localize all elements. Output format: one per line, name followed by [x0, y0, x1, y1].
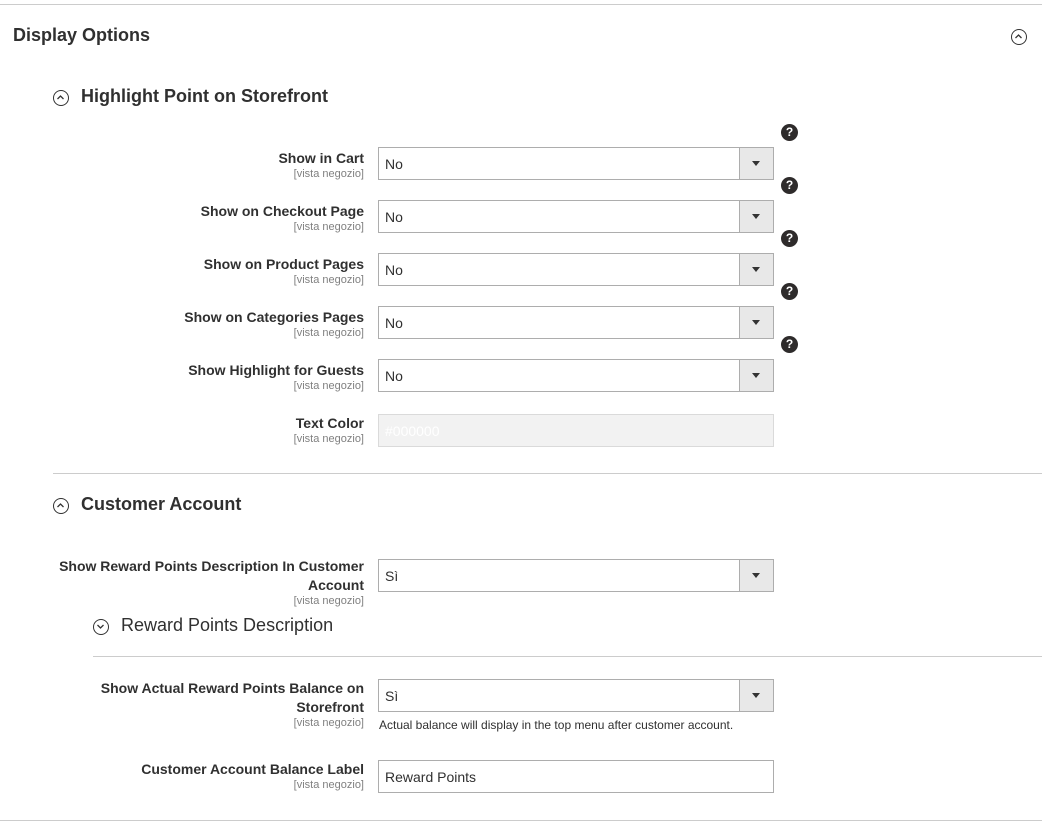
dropdown-arrow-icon[interactable]: [739, 307, 773, 338]
scope-label: [vista negozio]: [293, 221, 364, 233]
top-divider: [0, 4, 1042, 5]
collapse-customer-account-icon[interactable]: [53, 498, 69, 514]
text-color-label: Text Color: [295, 415, 364, 431]
scope-label: [vista negozio]: [293, 717, 364, 729]
scope-label: [vista negozio]: [293, 274, 364, 286]
select-value: Sì: [385, 688, 399, 704]
show-on-categories-select[interactable]: No: [378, 306, 774, 339]
section-title[interactable]: Display Options: [13, 25, 150, 46]
bottom-divider: [0, 820, 1042, 821]
help-icon[interactable]: ?: [781, 177, 798, 194]
show-on-checkout-label: Show on Checkout Page: [200, 203, 364, 219]
show-on-checkout-select[interactable]: No: [378, 200, 774, 233]
collapse-highlight-icon[interactable]: [53, 90, 69, 106]
select-value: No: [385, 262, 403, 278]
scope-label: [vista negozio]: [293, 779, 364, 791]
balance-label-label: Customer Account Balance Label: [141, 761, 364, 777]
select-value: Sì: [385, 568, 399, 584]
subgroup-divider: [93, 656, 1042, 657]
help-icon[interactable]: ?: [781, 124, 798, 141]
scope-label: [vista negozio]: [293, 168, 364, 180]
select-value: No: [385, 368, 403, 384]
select-value: No: [385, 315, 403, 331]
dropdown-arrow-icon[interactable]: [739, 254, 773, 285]
show-description-select[interactable]: Sì: [378, 559, 774, 592]
group-divider: [53, 473, 1042, 474]
select-value: No: [385, 209, 403, 225]
collapse-section-icon[interactable]: [1011, 29, 1027, 45]
dropdown-arrow-icon[interactable]: [739, 680, 773, 711]
highlight-group-title[interactable]: Highlight Point on Storefront: [81, 86, 328, 107]
show-on-categories-label: Show on Categories Pages: [184, 309, 364, 325]
scope-label: [vista negozio]: [293, 433, 364, 445]
scope-label: [vista negozio]: [293, 327, 364, 339]
description-group-title[interactable]: Reward Points Description: [121, 615, 333, 636]
expand-description-icon[interactable]: [93, 619, 109, 635]
customer-account-group-title[interactable]: Customer Account: [81, 494, 241, 515]
balance-label-input[interactable]: [378, 760, 774, 793]
show-highlight-guests-select[interactable]: No: [378, 359, 774, 392]
show-on-product-label: Show on Product Pages: [203, 256, 364, 272]
scope-label: [vista negozio]: [293, 380, 364, 392]
dropdown-arrow-icon[interactable]: [739, 201, 773, 232]
show-in-cart-label: Show in Cart: [278, 150, 364, 166]
dropdown-arrow-icon[interactable]: [739, 148, 773, 179]
help-icon[interactable]: ?: [781, 283, 798, 300]
show-in-cart-select[interactable]: No: [378, 147, 774, 180]
show-highlight-guests-label: Show Highlight for Guests: [188, 362, 364, 378]
show-balance-select[interactable]: Sì: [378, 679, 774, 712]
select-value: No: [385, 156, 403, 172]
show-description-label: Show Reward Points Description In Custom…: [59, 558, 364, 593]
show-on-product-select[interactable]: No: [378, 253, 774, 286]
help-icon[interactable]: ?: [781, 230, 798, 247]
dropdown-arrow-icon[interactable]: [739, 560, 773, 591]
show-balance-label: Show Actual Reward Points Balance on Sto…: [100, 680, 364, 715]
balance-note: Actual balance will display in the top m…: [379, 718, 734, 732]
scope-label: [vista negozio]: [293, 595, 364, 607]
dropdown-arrow-icon[interactable]: [739, 360, 773, 391]
text-color-input[interactable]: [378, 414, 774, 447]
help-icon[interactable]: ?: [781, 336, 798, 353]
